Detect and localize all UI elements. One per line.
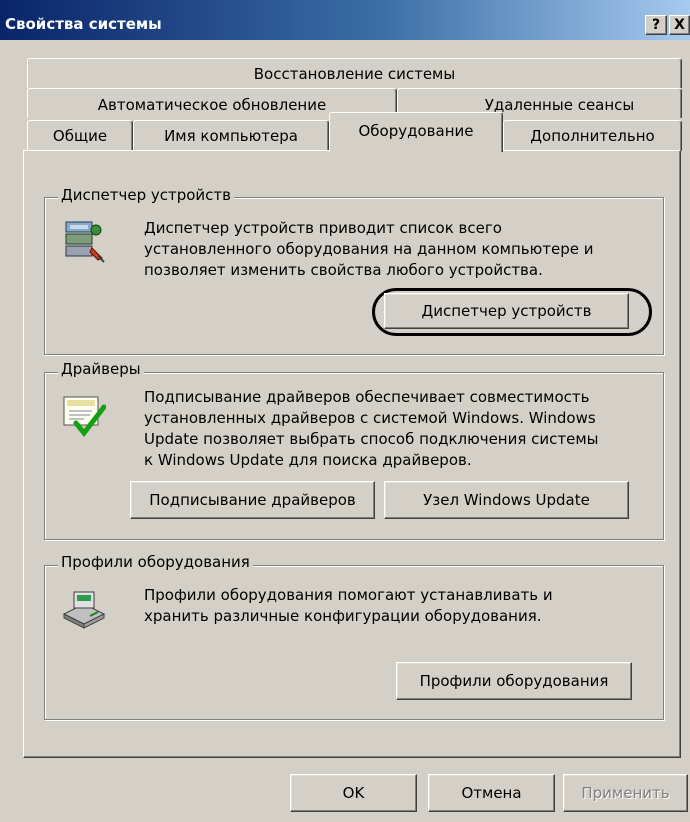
hardware-profiles-description: Профили оборудования помогают устанавлив… <box>144 585 553 627</box>
window-title: Свойства системы <box>5 15 162 33</box>
tab-system-restore[interactable]: Восстановление системы <box>27 58 682 88</box>
button-label: Узел Windows Update <box>423 491 590 509</box>
description-line: установленного оборудования на данном ко… <box>144 240 594 258</box>
device-manager-icon <box>62 218 106 264</box>
description-line: хранить различные конфигурации оборудова… <box>144 607 542 625</box>
tab-computer-name[interactable]: Имя компьютера <box>133 120 329 151</box>
device-manager-description: Диспетчер устройств приводит список всег… <box>144 218 594 281</box>
driver-signing-button[interactable]: Подписывание драйверов <box>130 481 375 519</box>
description-line: позволяет изменить свойства любого устро… <box>144 261 543 279</box>
tab-label: Имя компьютера <box>164 127 298 145</box>
tab-label: Общие <box>52 127 108 145</box>
apply-button[interactable]: Применить <box>563 774 688 812</box>
description-line: Диспетчер устройств приводит список всег… <box>144 219 502 237</box>
drivers-description: Подписывание драйверов обеспечивает совм… <box>144 387 599 471</box>
hardware-profiles-icon <box>60 586 108 632</box>
driver-signing-icon <box>62 393 106 439</box>
tab-label: Оборудование <box>358 122 474 140</box>
tab-hardware[interactable]: Оборудование <box>329 112 503 152</box>
button-label: Отмена <box>461 784 522 802</box>
help-button[interactable]: ? <box>645 15 667 35</box>
tab-label: Дополнительно <box>530 127 655 145</box>
tab-label: Восстановление системы <box>253 65 456 83</box>
hardware-profiles-legend: Профили оборудования <box>58 553 253 571</box>
description-line: Профили оборудования помогают устанавлив… <box>144 586 553 604</box>
description-line: установленных драйверов с системой Windo… <box>144 409 596 427</box>
tab-advanced[interactable]: Дополнительно <box>503 120 682 151</box>
device-manager-button[interactable]: Диспетчер устройств <box>384 293 629 329</box>
button-label: Подписывание драйверов <box>149 491 356 509</box>
ok-button[interactable]: OK <box>290 774 417 812</box>
tab-general[interactable]: Общие <box>27 120 133 151</box>
hardware-profiles-button[interactable]: Профили оборудования <box>396 662 632 700</box>
device-manager-legend: Диспетчер устройств <box>58 186 235 204</box>
description-line: к Windows Update для поиска драйверов. <box>144 451 472 469</box>
close-button[interactable]: X <box>669 15 690 35</box>
cancel-button[interactable]: Отмена <box>428 774 555 812</box>
windows-update-button[interactable]: Узел Windows Update <box>384 481 629 519</box>
button-label: Диспетчер устройств <box>421 302 592 320</box>
button-label: Профили оборудования <box>419 672 609 690</box>
description-line: Update позволяет выбрать способ подключе… <box>144 430 599 448</box>
button-label: OK <box>342 784 365 802</box>
button-label: Применить <box>581 784 670 802</box>
drivers-legend: Драйверы <box>58 360 144 378</box>
description-line: Подписывание драйверов обеспечивает совм… <box>144 388 590 406</box>
